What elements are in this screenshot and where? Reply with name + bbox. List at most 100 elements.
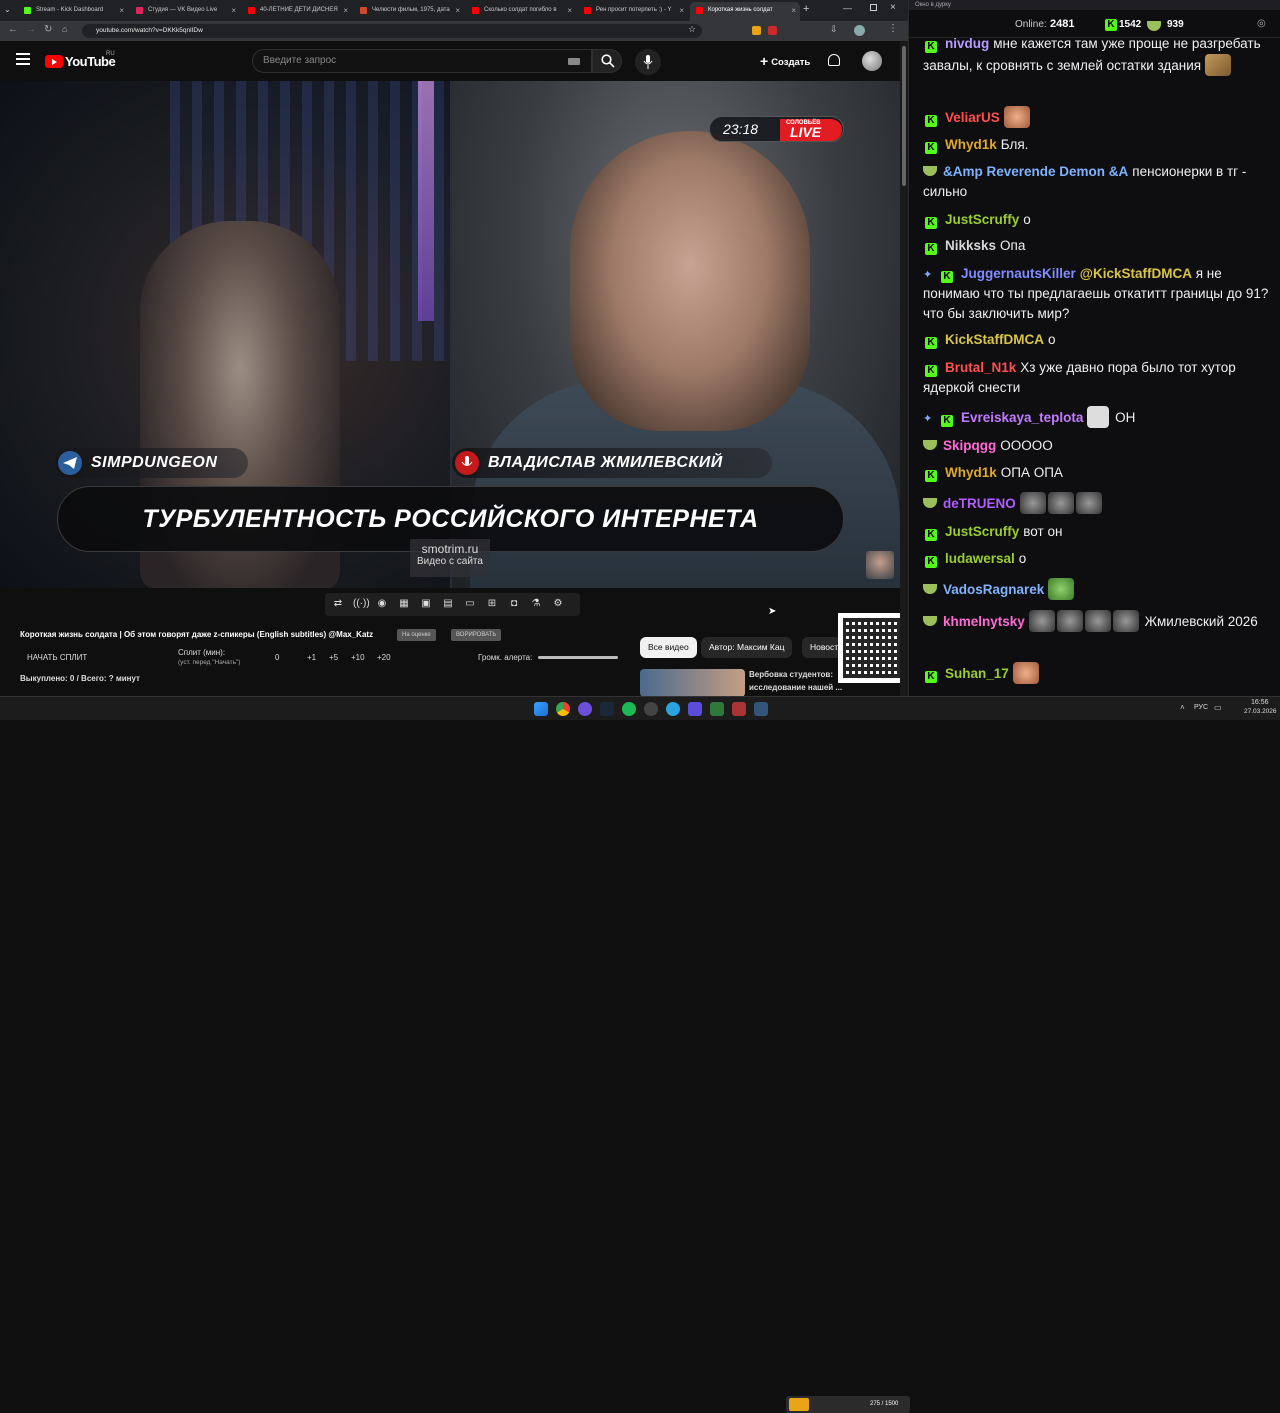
chat-username[interactable]: JustScruffy	[945, 524, 1019, 539]
windows-start-icon[interactable]	[534, 702, 548, 716]
frame-icon[interactable]: ▭	[463, 597, 477, 611]
gear-icon[interactable]: ⚙	[551, 597, 565, 611]
clock-time[interactable]: 16:56	[1251, 699, 1269, 706]
broadcast-icon[interactable]: ((·))	[353, 597, 370, 611]
hamburger-menu-icon[interactable]	[16, 53, 30, 65]
tab-soldiers[interactable]: Сколько солдат погибло в ×	[466, 2, 576, 21]
close-icon[interactable]: ×	[231, 2, 236, 19]
tab-kick-dashboard[interactable]: Stream - Kick Dashboard ×	[18, 2, 128, 21]
chat-username[interactable]: &Amp Reverende Demon &A	[943, 164, 1128, 179]
new-tab-icon[interactable]: +	[803, 3, 809, 15]
clock-date[interactable]: 27.03.2026	[1244, 708, 1277, 715]
telegram-icon[interactable]	[666, 702, 680, 716]
forward-icon[interactable]: →	[26, 24, 36, 35]
chat-username[interactable]: Whyd1k	[945, 137, 997, 152]
bookmark-star-icon[interactable]: ☆	[688, 24, 696, 35]
voice-search-button[interactable]	[635, 49, 661, 75]
chat-username[interactable]: Brutal_N1k	[945, 360, 1016, 375]
recommended-thumbnail[interactable]	[640, 669, 745, 697]
chat-username[interactable]: Evreiskaya_teplota	[961, 410, 1083, 425]
chat-username[interactable]: KickStaffDMCA	[945, 332, 1044, 347]
chip-news[interactable]: Новост	[802, 637, 842, 658]
chip-author[interactable]: Автор: Максим Кац	[701, 637, 793, 658]
chat-username[interactable]: JustScruffy	[945, 212, 1019, 227]
search-input[interactable]: Введите запрос	[252, 49, 592, 73]
split-option-0[interactable]: 0	[275, 653, 279, 662]
app-icon[interactable]	[732, 702, 746, 716]
tab-search-icon[interactable]: ⌄	[4, 5, 11, 14]
maximize-icon[interactable]	[870, 4, 877, 11]
app-icon[interactable]	[578, 702, 592, 716]
video-player[interactable]: 23:18 СОЛОВЬЁВ LIVE SIMPDUNGEON ВЛАДИСЛА…	[0, 81, 900, 588]
reload-icon[interactable]: ↻	[44, 24, 52, 35]
tab-vk-studio[interactable]: Студия — VK Видео Live ×	[130, 2, 240, 21]
chat-settings-icon[interactable]: ◎	[1257, 18, 1266, 29]
close-icon[interactable]: ×	[567, 2, 572, 19]
user-avatar[interactable]	[862, 51, 882, 71]
start-split-button[interactable]: НАЧАТЬ СПЛИТ	[27, 653, 87, 662]
chat-username[interactable]: JuggernautsKiller	[961, 266, 1076, 281]
chat-username[interactable]: VadosRagnarek	[943, 582, 1044, 597]
chat-username[interactable]: VeliarUS	[945, 110, 1000, 125]
close-icon[interactable]: ×	[791, 2, 796, 19]
tab-active-video[interactable]: Короткая жизнь солдат ×	[690, 2, 800, 21]
split-option-5[interactable]: +5	[329, 653, 338, 662]
chat-username[interactable]: Skipqgg	[943, 438, 996, 453]
split-option-20[interactable]: +20	[377, 653, 391, 662]
app-icon[interactable]	[688, 702, 702, 716]
close-window-icon[interactable]: ×	[890, 2, 896, 13]
tray-chevron-icon[interactable]: ˄	[1180, 703, 1185, 712]
extension-icon[interactable]	[752, 26, 761, 35]
recommended-title-2[interactable]: исследование нашей ...	[749, 683, 842, 692]
record-icon[interactable]: ◉	[375, 597, 389, 611]
chat-username[interactable]: Whyd1k	[945, 465, 997, 480]
recommended-title-1[interactable]: Вербовка студентов:	[749, 670, 833, 679]
download-icon[interactable]: ⇩	[830, 24, 838, 35]
menu-dots-icon[interactable]: ⋮	[888, 23, 898, 34]
close-icon[interactable]: ×	[455, 2, 460, 19]
create-button[interactable]: + Создать	[752, 49, 818, 73]
minimize-icon[interactable]: —	[843, 3, 852, 13]
chat-username[interactable]: ludawersal	[945, 551, 1015, 566]
chat-username[interactable]: nivdug	[945, 38, 989, 51]
chat-username[interactable]: deTRUENO	[943, 496, 1016, 511]
page-scrollbar-thumb[interactable]	[902, 46, 906, 186]
tab-disney[interactable]: 40-ЛЕТНИЕ ДЕТИ ДИСНЕЯ ×	[242, 2, 352, 21]
notifications-bell-icon[interactable]	[828, 54, 840, 66]
now-playing-widget[interactable]: 275 / 1500	[786, 1396, 910, 1413]
language-indicator[interactable]: РУС	[1194, 704, 1208, 711]
clapper-icon[interactable]: ▦	[397, 597, 411, 611]
picture-in-picture-icon[interactable]: ▣	[419, 597, 433, 611]
chat-mention[interactable]: @KickStaffDMCA	[1080, 266, 1192, 281]
loop-icon[interactable]: ⇄	[331, 597, 345, 611]
close-icon[interactable]: ×	[343, 2, 348, 19]
back-icon[interactable]: ←	[8, 24, 18, 35]
profile-avatar[interactable]	[854, 25, 865, 36]
spotify-icon[interactable]	[622, 702, 636, 716]
network-icon[interactable]: ▭	[1214, 703, 1222, 712]
split-option-1[interactable]: +1	[307, 653, 316, 662]
chip-all-videos[interactable]: Все видео	[640, 637, 697, 658]
chat-username[interactable]: Suhan_17	[945, 666, 1009, 681]
keyboard-icon[interactable]	[568, 58, 580, 65]
url-field[interactable]: youtube.com/watch?v=DKKk5qnlIDw	[82, 24, 702, 38]
split-option-10[interactable]: +10	[351, 653, 365, 662]
close-icon[interactable]: ×	[119, 2, 124, 19]
chrome-icon[interactable]	[556, 702, 570, 716]
tab-jaws[interactable]: Челюсти фильм, 1975, дата ×	[354, 2, 464, 21]
search-button[interactable]	[592, 49, 622, 73]
youtube-play-icon[interactable]	[45, 55, 63, 68]
close-icon[interactable]: ×	[679, 2, 684, 19]
flask-icon[interactable]: ⚗	[529, 597, 543, 611]
chat-username[interactable]: khmelnytsky	[943, 614, 1025, 629]
steam-icon[interactable]	[600, 702, 614, 716]
app-icon[interactable]	[710, 702, 724, 716]
tab-ren[interactable]: Рен просит потерпеть :) - Y ×	[578, 2, 688, 21]
extension-icon[interactable]	[768, 26, 777, 35]
add-frame-icon[interactable]: ⊞	[485, 597, 499, 611]
rating-tag[interactable]: На оценке	[397, 629, 436, 641]
filmstrip-icon[interactable]: ▤	[441, 597, 455, 611]
app-icon[interactable]	[754, 702, 768, 716]
chat-username[interactable]: Nikksks	[945, 238, 996, 253]
steal-tag[interactable]: ВОРИРОВАТЬ	[451, 629, 502, 641]
